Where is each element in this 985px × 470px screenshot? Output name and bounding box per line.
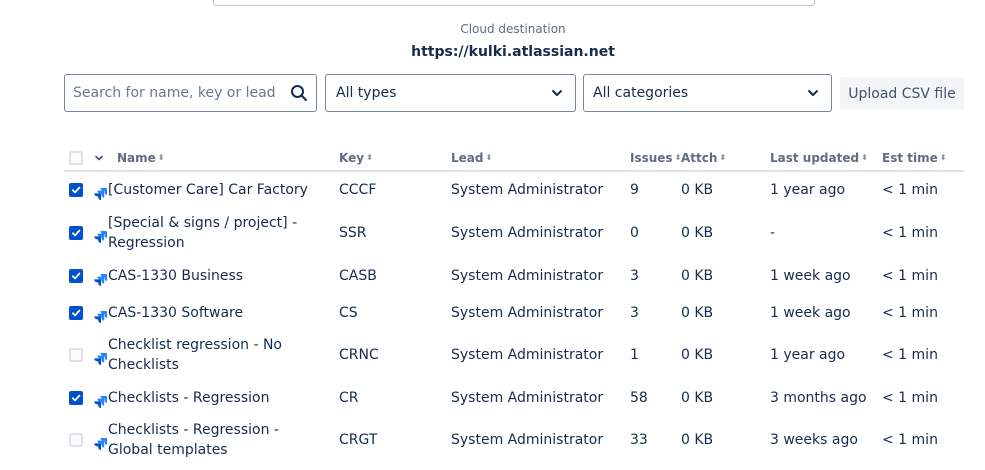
project-est-time: < 1 min xyxy=(882,347,938,363)
project-lead: System Administrator xyxy=(451,432,604,448)
project-categories-value: All categories xyxy=(593,85,689,101)
row-checkbox[interactable] xyxy=(69,306,83,320)
previous-field-box xyxy=(213,0,815,6)
check-icon xyxy=(71,309,81,317)
row-checkbox[interactable] xyxy=(69,226,83,240)
header-last-updated[interactable]: Last updated ⬍ xyxy=(770,150,868,166)
project-issue-count: 33 xyxy=(630,432,648,448)
project-est-time: < 1 min xyxy=(882,390,938,406)
project-est-time: < 1 min xyxy=(882,225,938,241)
header-est-time[interactable]: Est time ⬍ xyxy=(882,150,946,166)
project-lead: System Administrator xyxy=(451,268,604,284)
project-attachment-size: 0 KB xyxy=(681,225,714,241)
row-checkbox[interactable] xyxy=(69,183,83,197)
project-name: [Customer Care] Car Factory xyxy=(108,182,308,198)
project-types-select[interactable]: All types xyxy=(325,74,576,112)
sort-icon: ⬍ xyxy=(861,153,868,162)
project-issue-count: 1 xyxy=(630,347,639,363)
jira-software-project-icon xyxy=(93,271,107,286)
header-attachments[interactable]: Attch ⬍ xyxy=(681,150,726,166)
project-last-updated: - xyxy=(770,225,776,241)
search-icon[interactable] xyxy=(290,84,308,102)
project-lead: System Administrator xyxy=(451,182,604,198)
project-attachment-size: 0 KB xyxy=(681,347,714,363)
project-key: CCCF xyxy=(339,182,377,198)
project-last-updated: 1 year ago xyxy=(770,347,846,363)
project-issue-count: 58 xyxy=(630,390,648,406)
select-all-checkbox[interactable] xyxy=(69,151,83,165)
project-attachment-size: 0 KB xyxy=(681,390,714,406)
check-icon xyxy=(71,394,81,402)
jira-software-project-icon xyxy=(93,308,107,323)
sort-icon: ⬍ xyxy=(485,153,493,162)
project-lead: System Administrator xyxy=(451,305,604,321)
jira-software-project-icon xyxy=(93,185,107,200)
project-name: Checklist regression - No Checklists xyxy=(108,337,282,373)
project-last-updated: 3 months ago xyxy=(770,390,867,406)
jira-software-project-icon xyxy=(93,228,107,243)
check-icon xyxy=(71,272,81,280)
row-checkbox[interactable] xyxy=(69,269,83,283)
project-est-time: < 1 min xyxy=(882,182,938,198)
header-key[interactable]: Key ⬍ xyxy=(339,150,373,166)
row-checkbox[interactable] xyxy=(69,348,83,362)
project-key: CRGT xyxy=(339,432,378,448)
check-icon xyxy=(71,229,81,237)
jira-software-project-icon xyxy=(93,435,107,450)
chevron-down-icon xyxy=(808,90,818,96)
project-last-updated: 1 week ago xyxy=(770,305,851,321)
project-last-updated: 1 year ago xyxy=(770,182,846,198)
jira-software-project-icon xyxy=(93,393,107,408)
header-lead[interactable]: Lead ⬍ xyxy=(451,150,492,166)
project-key: CS xyxy=(339,305,358,321)
sort-icon: ⬍ xyxy=(157,153,165,162)
sort-icon: ⬍ xyxy=(366,153,373,162)
upload-csv-button[interactable]: Upload CSV file xyxy=(840,77,964,110)
project-est-time: < 1 min xyxy=(882,432,938,448)
cloud-destination-url: https://kulki.atlassian.net xyxy=(411,44,615,60)
project-key: CR xyxy=(339,390,359,406)
header-name[interactable]: Name ⬍ xyxy=(117,150,165,166)
row-checkbox[interactable] xyxy=(69,391,83,405)
project-types-value: All types xyxy=(336,85,397,101)
chevron-down-icon[interactable] xyxy=(94,153,104,163)
project-key: SSR xyxy=(339,225,367,241)
search-placeholder: Search for name, key or lead xyxy=(73,85,276,101)
project-key: CRNC xyxy=(339,347,379,363)
project-key: CASB xyxy=(339,268,377,284)
chevron-down-icon xyxy=(552,90,562,96)
table-header: Name ⬍ Key ⬍ Lead ⬍ Issues ⬍ Attch ⬍ Last upd… xyxy=(0,150,985,170)
sort-icon: ⬍ xyxy=(719,153,727,162)
header-issues[interactable]: Issues ⬍ xyxy=(630,150,681,166)
project-name: CAS-1330 Business xyxy=(108,268,244,284)
project-est-time: < 1 min xyxy=(882,305,938,321)
jira-software-project-icon xyxy=(93,350,107,365)
project-lead: System Administrator xyxy=(451,390,604,406)
project-issue-count: 0 xyxy=(630,225,639,241)
check-icon xyxy=(71,186,81,194)
sort-icon: ⬍ xyxy=(939,153,947,162)
project-name: [Special & signs / project] - Regression xyxy=(108,215,298,251)
row-checkbox[interactable] xyxy=(69,433,83,447)
project-name: CAS-1330 Software xyxy=(108,305,244,321)
project-issue-count: 9 xyxy=(630,182,639,198)
project-last-updated: 1 week ago xyxy=(770,268,851,284)
project-lead: System Administrator xyxy=(451,347,604,363)
project-attachment-size: 0 KB xyxy=(681,305,714,321)
project-name: Checklists - Regression xyxy=(108,390,270,406)
project-lead: System Administrator xyxy=(451,225,604,241)
project-last-updated: 3 weeks ago xyxy=(770,432,858,448)
project-attachment-size: 0 KB xyxy=(681,268,714,284)
project-issue-count: 3 xyxy=(630,305,639,321)
project-categories-select[interactable]: All categories xyxy=(583,74,832,112)
project-attachment-size: 0 KB xyxy=(681,182,714,198)
search-input[interactable]: Search for name, key or lead xyxy=(64,74,317,112)
cloud-destination-label: Cloud destination xyxy=(460,22,566,36)
project-attachment-size: 0 KB xyxy=(681,432,714,448)
project-est-time: < 1 min xyxy=(882,268,938,284)
project-issue-count: 3 xyxy=(630,268,639,284)
project-name: Checklists - Regression - Global templat… xyxy=(108,422,279,458)
header-divider xyxy=(64,170,964,172)
